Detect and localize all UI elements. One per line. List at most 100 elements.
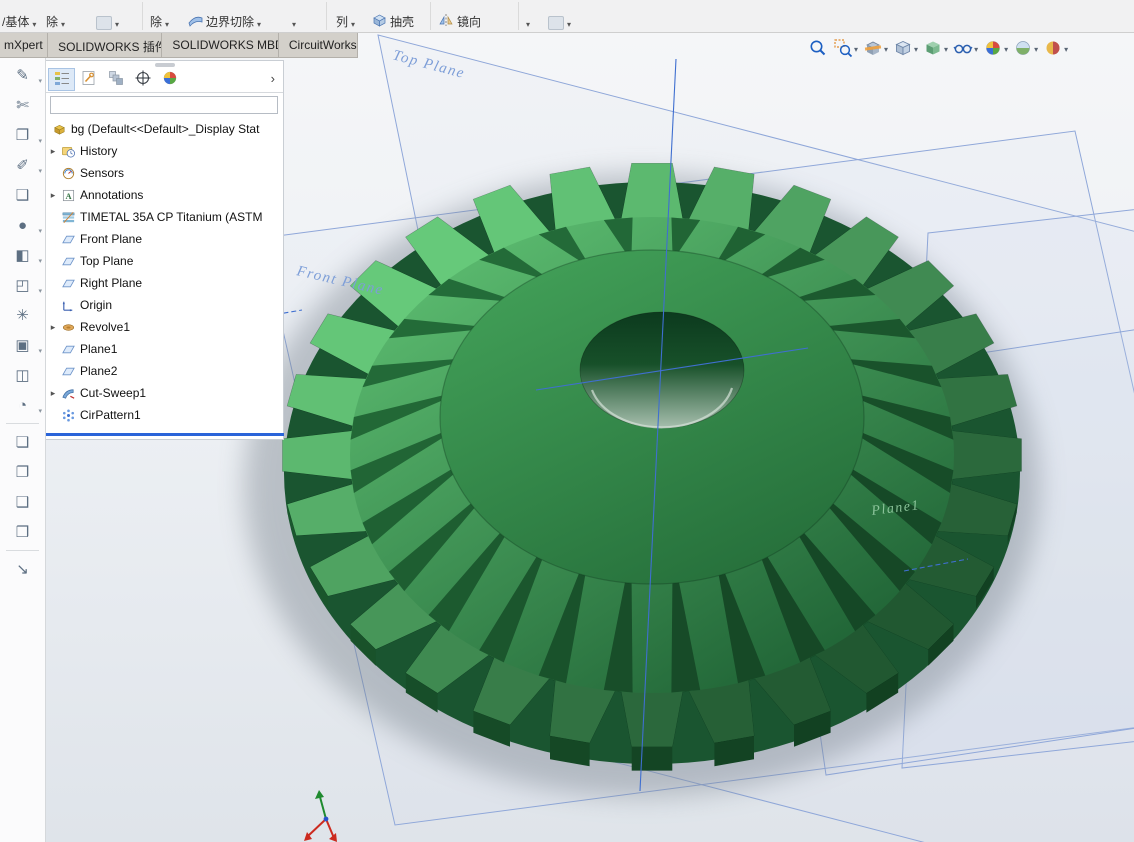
- featuremanager-filter-input[interactable]: [50, 96, 278, 114]
- tree-item-revolve1[interactable]: ▸Revolve1: [46, 316, 283, 338]
- ribbon-item-cut-1[interactable]: 除 ▾: [46, 13, 65, 30]
- hide-show-items-button[interactable]: ▾: [951, 37, 980, 62]
- chevron-down-icon[interactable]: ▾: [32, 20, 36, 30]
- ribbon-item-pattern[interactable]: 列 ▾: [336, 13, 355, 30]
- screen-tool-button[interactable]: ▣▾: [0, 330, 45, 360]
- dimxpertmanager-tab[interactable]: [129, 68, 156, 91]
- view-settings-button[interactable]: ▾: [1041, 37, 1070, 62]
- material-icon: [60, 210, 77, 225]
- sheet-tool-button[interactable]: ❑: [0, 180, 45, 210]
- configurationmanager-tab[interactable]: [102, 68, 129, 91]
- stack-tool-2-button[interactable]: ❐: [0, 457, 45, 487]
- stack-tool-3-button[interactable]: ❑: [0, 487, 45, 517]
- section-view-button[interactable]: ▾: [861, 37, 890, 62]
- ribbon-item-shell[interactable]: 抽壳: [372, 13, 414, 30]
- pencil-tool-button[interactable]: ✎▾: [0, 60, 45, 90]
- rollback-bar[interactable]: [46, 433, 284, 436]
- apply-scene-button[interactable]: ▾: [1011, 37, 1040, 62]
- tree-item-part-bg[interactable]: bg (Default<<Default>_Display Stat: [46, 118, 283, 140]
- tree-item-sensors[interactable]: Sensors: [46, 162, 283, 184]
- chevron-down-icon[interactable]: ▾: [1064, 45, 1068, 54]
- plane-tool-button[interactable]: ◰▾: [0, 270, 45, 300]
- chevron-down-icon[interactable]: ▾: [115, 20, 119, 30]
- chevron-down-icon[interactable]: ▾: [38, 407, 42, 415]
- gauge-tool-button[interactable]: ◔▾: [0, 390, 45, 420]
- tree-item-top-plane[interactable]: Top Plane: [46, 250, 283, 272]
- chevron-down-icon[interactable]: ▾: [974, 45, 978, 54]
- view-toolbar: ▾ ▾ ▾ ▾ ▾ ▾ ▾ ▾: [806, 36, 1070, 62]
- zoom-area-button[interactable]: ▾: [831, 37, 860, 62]
- tree-item-label: Cut-Sweep1: [77, 386, 146, 400]
- copy-tool-icon: ❐: [16, 126, 29, 144]
- arrow-tool-button[interactable]: ↘: [0, 554, 45, 584]
- expand-arrow-icon[interactable]: ▸: [46, 322, 60, 333]
- chevron-down-icon[interactable]: ▾: [38, 257, 42, 265]
- ribbon-item-cut-2[interactable]: 除 ▾: [150, 13, 169, 30]
- chevron-down-icon[interactable]: ▾: [1034, 45, 1038, 54]
- expand-arrow-icon[interactable]: ▸: [46, 388, 60, 399]
- chevron-down-icon[interactable]: ▾: [61, 20, 65, 30]
- view-orientation-button[interactable]: ▾: [891, 37, 920, 62]
- chevron-down-icon[interactable]: ▾: [526, 20, 530, 30]
- tree-item-cirpattern1[interactable]: CirPattern1: [46, 404, 283, 426]
- propertymanager-tab[interactable]: [75, 68, 102, 91]
- display-style-button[interactable]: ▾: [921, 37, 950, 62]
- ribbon-item-boundary-cut[interactable]: 边界切除 ▾: [188, 13, 261, 30]
- tree-item-history[interactable]: ▸History: [46, 140, 283, 162]
- chevron-down-icon[interactable]: ▾: [165, 20, 169, 30]
- chevron-down-icon[interactable]: ▾: [38, 347, 42, 355]
- tree-item-timetal-35a-cp-titanium-astm[interactable]: TIMETAL 35A CP Titanium (ASTM: [46, 206, 283, 228]
- tree-item-cut-sweep1[interactable]: ▸ Cut-Sweep1: [46, 382, 283, 404]
- cube-tool-button[interactable]: ◧▾: [0, 240, 45, 270]
- feature-tree: bg (Default<<Default>_Display Stat ▸Hist…: [46, 117, 283, 426]
- sphere-tool-button[interactable]: ●▾: [0, 210, 45, 240]
- chevron-down-icon[interactable]: ▾: [1004, 45, 1008, 54]
- chevron-down-icon[interactable]: ▾: [257, 20, 261, 30]
- displaymanager-tab[interactable]: [156, 68, 183, 91]
- chevron-down-icon[interactable]: ▾: [944, 45, 948, 54]
- tab-solidworks-mbd[interactable]: SOLIDWORKS MBD: [162, 33, 279, 57]
- tab-circuitworks[interactable]: CircuitWorks: [279, 33, 358, 57]
- tree-item-annotations[interactable]: ▸AAnnotations: [46, 184, 283, 206]
- chevron-down-icon[interactable]: ▾: [38, 167, 42, 175]
- ribbon-item-truncated-2[interactable]: ▾: [292, 20, 296, 30]
- toolbar-separator: [6, 423, 39, 424]
- tree-item-plane1[interactable]: Plane1: [46, 338, 283, 360]
- panel-expand-arrow[interactable]: ›: [271, 71, 281, 88]
- ribbon-item-boss-base[interactable]: /基体 ▾: [2, 13, 36, 30]
- scissors-tool-button[interactable]: ✄: [0, 90, 45, 120]
- chevron-down-icon[interactable]: ▾: [854, 45, 858, 54]
- expand-arrow-icon[interactable]: ▸: [46, 190, 60, 201]
- ribbon-item-truncated-3[interactable]: ▾: [526, 20, 530, 30]
- burst-tool-button[interactable]: ✳: [0, 300, 45, 330]
- ribbon-item-truncated-4[interactable]: ▾: [548, 16, 571, 30]
- chevron-down-icon[interactable]: ▾: [884, 45, 888, 54]
- box-tool-button[interactable]: ◫: [0, 360, 45, 390]
- chevron-down-icon[interactable]: ▾: [351, 20, 355, 30]
- chevron-down-icon[interactable]: ▾: [292, 20, 296, 30]
- chevron-down-icon[interactable]: ▾: [38, 137, 42, 145]
- featuremanager-tab[interactable]: [48, 68, 75, 91]
- pen-tool-button[interactable]: ✐▾: [0, 150, 45, 180]
- orientation-triad[interactable]: [304, 790, 337, 842]
- chevron-down-icon[interactable]: ▾: [38, 77, 42, 85]
- copy-tool-button[interactable]: ❐▾: [0, 120, 45, 150]
- edit-appearance-button[interactable]: ▾: [981, 37, 1010, 62]
- tree-item-plane2[interactable]: Plane2: [46, 360, 283, 382]
- tree-item-right-plane[interactable]: Right Plane: [46, 272, 283, 294]
- stack-tool-1-button[interactable]: ❏: [0, 427, 45, 457]
- tree-item-front-plane[interactable]: Front Plane: [46, 228, 283, 250]
- ribbon-item-mirror[interactable]: 镜向: [438, 13, 481, 30]
- panel-handle[interactable]: [155, 63, 175, 67]
- chevron-down-icon[interactable]: ▾: [38, 227, 42, 235]
- tab-solidworks-addins[interactable]: SOLIDWORKS 插件: [48, 33, 162, 57]
- ribbon-item-truncated-1[interactable]: ▾: [96, 16, 119, 30]
- tree-item-origin[interactable]: Origin: [46, 294, 283, 316]
- stack-tool-4-button[interactable]: ❒: [0, 517, 45, 547]
- expand-arrow-icon[interactable]: ▸: [46, 146, 60, 157]
- chevron-down-icon[interactable]: ▾: [567, 20, 571, 30]
- tab-mxpert[interactable]: mXpert: [0, 33, 48, 57]
- chevron-down-icon[interactable]: ▾: [914, 45, 918, 54]
- chevron-down-icon[interactable]: ▾: [38, 287, 42, 295]
- zoom-fit-button[interactable]: [806, 37, 830, 62]
